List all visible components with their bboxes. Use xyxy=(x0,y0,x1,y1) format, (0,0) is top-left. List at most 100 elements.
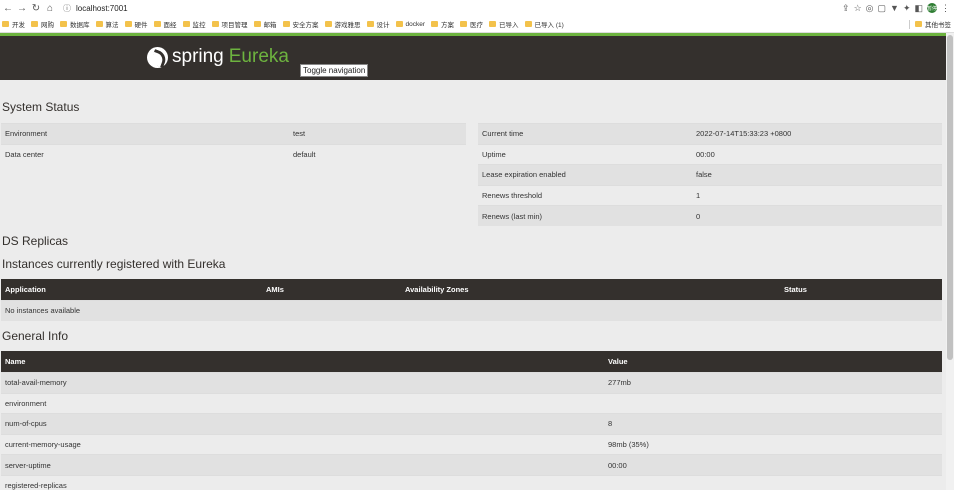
folder-icon xyxy=(431,21,439,27)
folder-icon xyxy=(95,21,103,27)
info-icon[interactable]: ⓘ xyxy=(63,3,71,14)
share-icon[interactable]: ⇪ xyxy=(842,3,850,14)
scroll-thumb[interactable] xyxy=(947,35,953,360)
bookmark-label: 开发 xyxy=(12,22,25,29)
bookmark-item[interactable]: 网购 xyxy=(31,19,54,29)
bookmark-item[interactable]: 面经 xyxy=(153,19,177,29)
bookmark-label: 数据库 xyxy=(70,22,90,29)
bookmark-label: 其他书签 xyxy=(925,22,951,29)
table-row: Environment test xyxy=(1,123,466,144)
info-name: server-uptime xyxy=(5,460,51,470)
back-arrow-icon[interactable]: ← xyxy=(1,1,15,15)
folder-icon xyxy=(2,21,9,27)
bookmark-item[interactable]: 方案 xyxy=(431,19,454,29)
other-bookmarks[interactable]: 其他书签 xyxy=(909,19,951,29)
page-scrollbar[interactable] xyxy=(946,33,954,490)
info-name: num-of-cpus xyxy=(5,419,47,429)
status-value: 0 xyxy=(696,211,701,221)
menu-kebab-icon[interactable]: ⋮ xyxy=(941,3,950,14)
status-value: test xyxy=(293,129,306,139)
bookmark-item[interactable]: 医疗 xyxy=(460,19,483,29)
info-value: 00:00 xyxy=(608,460,627,470)
instances-title: Instances currently registered with Eure… xyxy=(2,257,226,271)
status-key: Lease expiration enabled xyxy=(482,170,566,180)
folder-icon xyxy=(60,21,67,27)
bookmark-label: 医疗 xyxy=(470,22,484,29)
no-instances-text: No instances available xyxy=(5,306,81,316)
col-availability-zones: Availability Zones xyxy=(405,285,469,294)
info-value: 277mb xyxy=(608,378,631,388)
bookmark-item[interactable]: 算法 xyxy=(95,19,119,29)
table-row: Renews (last min) 0 xyxy=(478,205,942,226)
bookmark-item[interactable]: 安全方案 xyxy=(282,19,319,29)
profile-avatar[interactable]: 暂停 xyxy=(927,3,937,13)
system-status-right-table: Current time 2022-07-14T15:33:23 +0800 Upt… xyxy=(478,123,942,226)
bookmark-item[interactable]: 监控 xyxy=(182,19,206,29)
bookmark-item[interactable]: 数据库 xyxy=(60,19,90,29)
chrome-extension-icon[interactable]: ◎ xyxy=(866,3,874,14)
bookmark-label: 硬件 xyxy=(134,22,148,29)
status-key: Renews threshold xyxy=(482,191,543,201)
bookmark-separator xyxy=(909,19,910,29)
bookmark-label: 网购 xyxy=(41,22,54,29)
general-info-title: General Info xyxy=(2,329,69,343)
puzzle-icon[interactable]: ✦ xyxy=(903,3,911,14)
status-value: 1 xyxy=(696,191,701,201)
col-name: Name xyxy=(5,357,26,366)
url-text: localhost:7001 xyxy=(76,3,128,13)
folder-icon xyxy=(282,21,290,27)
folder-icon xyxy=(253,21,261,27)
instances-table-header: Application AMIs Availability Zones Stat… xyxy=(1,279,942,300)
filter-extension-icon[interactable]: ▼ xyxy=(890,3,899,13)
table-row: Data center default xyxy=(1,143,466,165)
table-row: server-uptime 00:00 xyxy=(1,454,942,475)
table-row: Uptime 00:00 xyxy=(478,143,942,165)
reload-icon[interactable]: ↻ xyxy=(29,1,43,15)
forward-arrow-icon[interactable]: → xyxy=(15,1,29,15)
info-name: current-memory-usage xyxy=(5,440,81,450)
bookmark-item[interactable]: docker xyxy=(395,21,425,28)
status-key: Environment xyxy=(5,129,48,139)
table-row: current-memory-usage 98mb (35%) xyxy=(1,433,942,455)
home-icon[interactable]: ⌂ xyxy=(43,1,57,15)
bookmark-label: 安全方案 xyxy=(292,22,319,29)
bookmark-item[interactable]: 游戏雅思 xyxy=(324,19,361,29)
folder-icon xyxy=(915,21,922,27)
bookmark-item[interactable]: 硬件 xyxy=(124,19,148,29)
folder-icon xyxy=(211,21,219,27)
col-value: Value xyxy=(608,357,628,366)
address-bar[interactable]: ⓘ localhost:7001 xyxy=(63,1,842,15)
system-status-left-table: Environment test Data center default xyxy=(1,123,466,165)
bookmark-label: 方案 xyxy=(441,22,455,29)
bookmark-label: 已导入 (1) xyxy=(534,22,564,29)
general-info-table-header: Name Value xyxy=(1,351,942,372)
table-row: Lease expiration enabled false xyxy=(478,164,942,185)
folder-icon xyxy=(124,21,132,27)
extension-icon[interactable]: ▢ xyxy=(878,3,887,14)
folder-icon xyxy=(524,21,532,27)
info-name: environment xyxy=(5,398,47,408)
bookmark-item[interactable]: 项目管理 xyxy=(211,19,248,29)
bookmark-item[interactable]: 已导入 xyxy=(489,19,519,29)
spring-eureka-logo[interactable]: spring Eureka xyxy=(147,46,289,68)
toggle-navigation-tooltip: Toggle navigation xyxy=(300,64,369,77)
table-row: No instances available xyxy=(1,300,942,321)
bookmark-item[interactable]: 设计 xyxy=(366,19,390,29)
bookmark-item[interactable]: 邮箱 xyxy=(253,19,277,29)
table-row: total-avail-memory 277mb xyxy=(1,372,942,393)
table-row: Current time 2022-07-14T15:33:23 +0800 xyxy=(478,123,942,144)
bookmark-item[interactable]: 已导入 (1) xyxy=(524,19,564,29)
status-key: Uptime xyxy=(482,149,506,159)
sidepanel-icon[interactable]: ◧ xyxy=(914,3,923,14)
status-value: false xyxy=(696,170,712,180)
col-amis: AMIs xyxy=(266,285,284,294)
bookmark-item[interactable]: 开发 xyxy=(2,19,25,29)
bookmark-label: 游戏雅思 xyxy=(334,22,361,29)
table-row: environment xyxy=(1,392,942,414)
table-row: Renews threshold 1 xyxy=(478,184,942,206)
info-name: total-avail-memory xyxy=(5,378,67,388)
star-icon[interactable]: ☆ xyxy=(854,3,862,14)
browser-toolbar: ← → ↻ ⌂ ⓘ localhost:7001 ⇪ ☆ ◎ ▢ ▼ ✦ ◧ 暂… xyxy=(0,0,954,16)
bookmark-label: 已导入 xyxy=(499,22,519,29)
folder-icon xyxy=(182,21,190,27)
